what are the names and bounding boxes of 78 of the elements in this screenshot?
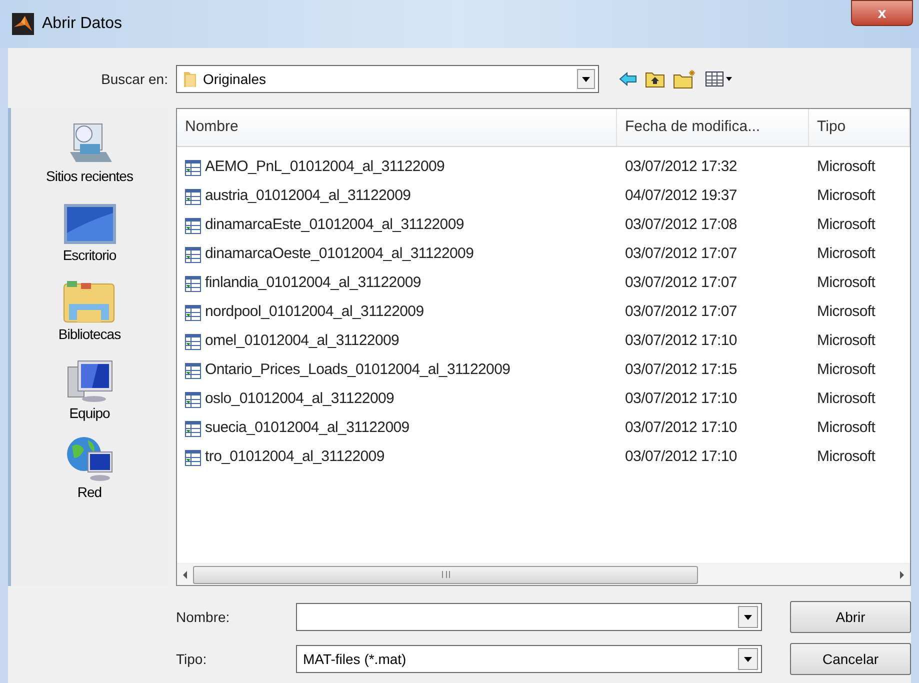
look-in-dropdown[interactable]: Originales [176,65,599,93]
look-in-label: Buscar en: [100,70,169,88]
new-folder-icon[interactable] [673,69,697,89]
window-title: Abrir Datos [42,14,122,34]
table-cell[interactable]: dinamarcaOeste_01012004_al_31122009 [205,243,474,266]
table-cell[interactable]: finlandia_01012004_al_31122009 [205,272,421,295]
table-cell-text: 03/07/2012 17:08 [625,215,737,236]
cancel-button[interactable]: Cancelar [790,643,911,675]
dropdown-button[interactable] [738,648,758,670]
table-cell-text: Microsoft [817,331,876,352]
file-icon [185,450,201,466]
folder-icon [183,70,197,88]
place-label[interactable]: Escritorio [62,245,116,266]
file-icon [185,160,201,176]
place-label[interactable]: Red [77,482,102,503]
file-name-label: Nombre: [175,608,231,626]
table-cell-text: Microsoft [817,360,876,380]
table-cell-text: 03/07/2012 17:10 [625,418,737,438]
file-type-label: Tipo: [175,650,208,669]
table-cell[interactable]: AEMO_PnL_01012004_al_31122009 [205,156,445,179]
view-menu-icon[interactable] [705,71,733,87]
file-icon [185,420,201,436]
column-header[interactable]: Tipo [809,109,910,146]
table-cell[interactable]: oslo_01012004_al_31122009 [205,388,394,411]
table-cell[interactable]: suecia_01012004_al_31122009 [205,417,410,440]
look-in-value: Originales [203,70,268,89]
table-cell-text: 03/07/2012 17:32 [625,157,737,178]
table-cell[interactable]: omel_01012004_al_31122009 [205,330,400,353]
table-cell[interactable]: dinamarcaEste_01012004_al_31122009 [205,214,464,237]
table-cell-text: 03/07/2012 17:07 [625,273,737,294]
table-cell[interactable]: tro_01012004_al_31122009 [205,446,384,469]
table-cell-text: Microsoft [817,447,876,468]
table-cell-text: 03/07/2012 17:15 [625,360,737,380]
table-cell[interactable]: Ontario_Prices_Loads_01012004_al_31122009 [205,359,510,382]
file-icon [185,304,201,320]
table-cell-text: Microsoft [817,244,876,264]
dropdown-button[interactable] [577,69,595,89]
open-button[interactable]: Abrir [790,601,911,633]
file-icon [185,362,201,378]
place-label[interactable]: Bibliotecas [58,324,121,345]
table-cell-text: 03/07/2012 17:10 [625,389,737,410]
file-icon [185,392,201,408]
file-type-value: MAT-files (*.mat) [303,650,408,669]
place-label[interactable]: Sitios recientes [46,166,133,187]
scroll-left-icon[interactable] [181,570,189,580]
app-logo-icon [12,13,34,35]
table-cell-text: Microsoft [817,186,876,206]
back-arrow-icon[interactable] [619,72,637,86]
up-folder-icon[interactable] [645,70,665,88]
file-name-field[interactable] [296,603,762,631]
table-cell-text: 03/07/2012 17:07 [625,244,737,264]
column-header[interactable]: Fecha de modifica... [617,109,809,146]
table-cell-text: Microsoft [817,302,876,322]
file-icon [185,218,201,234]
table-cell-text: Microsoft [817,157,876,178]
table-cell-text: Microsoft [817,215,876,236]
caret-icon [744,614,752,620]
table-cell-text: Microsoft [817,273,876,294]
table-cell[interactable]: nordpool_01012004_al_31122009 [205,301,424,324]
place-label[interactable]: Equipo [69,403,110,424]
file-icon [185,246,201,262]
table-cell-text: 03/07/2012 17:10 [625,447,737,468]
table-cell-text: Microsoft [817,418,876,438]
file-icon [185,276,201,292]
file-type-field[interactable]: MAT-files (*.mat) [296,645,762,673]
dropdown-button[interactable] [738,606,758,628]
caret-icon [744,656,752,662]
table-cell-text: 04/07/2012 19:37 [625,186,737,206]
file-icon [185,334,201,350]
table-cell-text: 03/07/2012 17:10 [625,331,737,352]
table-cell[interactable]: austria_01012004_al_31122009 [205,185,411,208]
table-cell-text: Microsoft [817,389,876,410]
table-cell-text: 03/07/2012 17:07 [625,302,737,322]
caret-icon [582,76,590,82]
file-icon [185,188,201,204]
scroll-thumb[interactable] [193,566,698,584]
column-header[interactable]: Nombre [177,109,617,146]
scroll-right-icon[interactable] [898,570,906,580]
